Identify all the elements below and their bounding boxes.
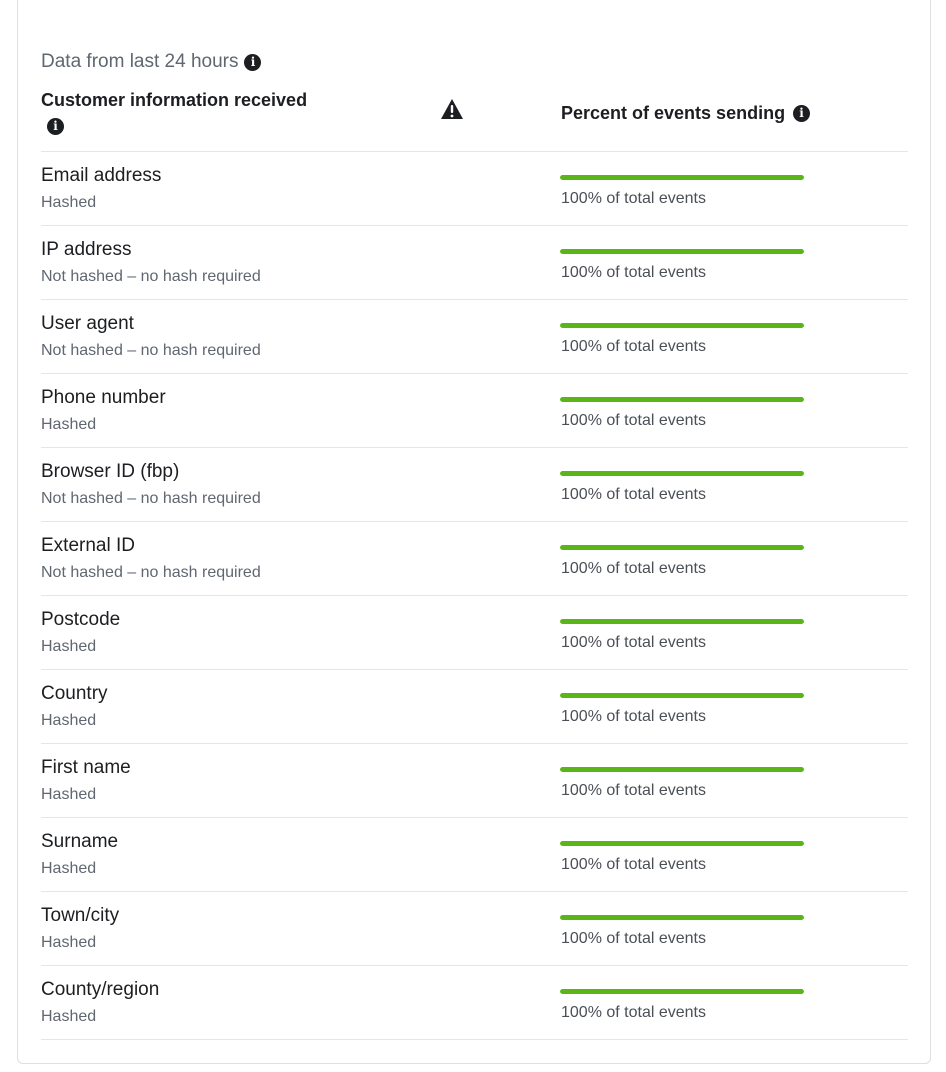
parameter-name: Country [41,683,108,704]
list-item: External ID Not hashed – no hash required… [41,522,908,596]
progress-bar [560,693,804,698]
percent-label: 100% of total events [561,190,706,207]
parameter-name: External ID [41,535,135,556]
parameter-name: Town/city [41,905,120,926]
hash-status: Not hashed – no hash required [41,268,261,285]
info-icon[interactable]: i [793,105,811,122]
list-item: First name Hashed 100% of total events [41,744,908,818]
progress-bar-fill [560,989,804,994]
percent-label: 100% of total events [561,856,706,873]
percent-label: 100% of total events [561,1004,706,1021]
progress-bar-fill [560,545,804,550]
info-icon[interactable]: i [244,53,262,71]
list-item: Postcode Hashed 100% of total events [41,596,908,670]
progress-bar [560,323,804,328]
progress-bar [560,249,804,254]
progress-bar [560,915,804,920]
percent-label: 100% of total events [561,338,706,355]
info-icon[interactable]: i [47,118,64,135]
progress-bar [560,397,804,402]
hash-status: Hashed [41,860,97,877]
progress-bar [560,175,804,180]
data-timeframe-label: Data from last 24 hours [41,51,239,72]
progress-bar [560,767,804,772]
list-item: Country Hashed 100% of total events [41,670,908,744]
progress-bar-fill [560,175,804,180]
percent-label: 100% of total events [561,930,706,947]
list-item: Phone number Hashed 100% of total events [41,374,908,448]
progress-bar-fill [560,915,804,920]
hash-status: Hashed [41,934,97,951]
parameter-name: First name [41,757,131,778]
hash-status: Hashed [41,786,97,803]
hash-status: Hashed [41,1008,97,1025]
progress-bar-fill [560,767,804,772]
hash-status: Hashed [41,194,97,211]
list-item: IP address Not hashed – no hash required 1… [41,226,908,300]
list-item: County/region Hashed 100% of total events [41,966,908,1040]
parameter-name: County/region [41,979,160,1000]
column-header-percent-events: Percent of events sending i [561,103,811,124]
warning-icon[interactable] [440,98,464,120]
progress-bar-fill [560,397,804,402]
list-item: Surname Hashed 100% of total events [41,818,908,892]
list-item: Town/city Hashed 100% of total events [41,892,908,966]
data-timeframe-note: Data from last 24 hours i [41,51,262,73]
progress-bar-fill [560,249,804,254]
hash-status: Hashed [41,638,97,655]
progress-bar [560,989,804,994]
progress-bar-fill [560,841,804,846]
progress-bar [560,619,804,624]
list-item: Browser ID (fbp) Not hashed – no hash req… [41,448,908,522]
percent-label: 100% of total events [561,634,706,651]
progress-bar [560,471,804,476]
percent-label: 100% of total events [561,412,706,429]
progress-bar [560,545,804,550]
hash-status: Not hashed – no hash required [41,490,261,507]
progress-bar-fill [560,323,804,328]
column-header-customer-info: Customer information received i [41,88,361,135]
progress-bar-fill [560,619,804,624]
list-item: Email address Hashed 100% of total events [41,152,908,226]
percent-label: 100% of total events [561,560,706,577]
hash-status: Hashed [41,416,97,433]
hash-status: Hashed [41,712,97,729]
column-header-percent-events-label: Percent of events sending [561,103,786,123]
percent-label: 100% of total events [561,708,706,725]
parameter-name: Phone number [41,387,166,408]
parameter-name: Surname [41,831,119,852]
progress-bar-fill [560,693,804,698]
percent-label: 100% of total events [561,486,706,503]
parameter-name: Postcode [41,609,121,630]
list-item: User agent Not hashed – no hash required 1… [41,300,908,374]
hash-status: Not hashed – no hash required [41,564,261,581]
parameter-name: User agent [41,313,134,334]
percent-label: 100% of total events [561,264,706,281]
hash-status: Not hashed – no hash required [41,342,261,359]
progress-bar [560,841,804,846]
column-header-customer-info-label: Customer information received [41,90,308,110]
parameter-name: IP address [41,239,132,260]
parameter-name: Email address [41,165,162,186]
percent-label: 100% of total events [561,782,706,799]
progress-bar-fill [560,471,804,476]
customer-info-list: Email address Hashed 100% of total events I… [41,152,908,1040]
parameter-name: Browser ID (fbp) [41,461,180,482]
